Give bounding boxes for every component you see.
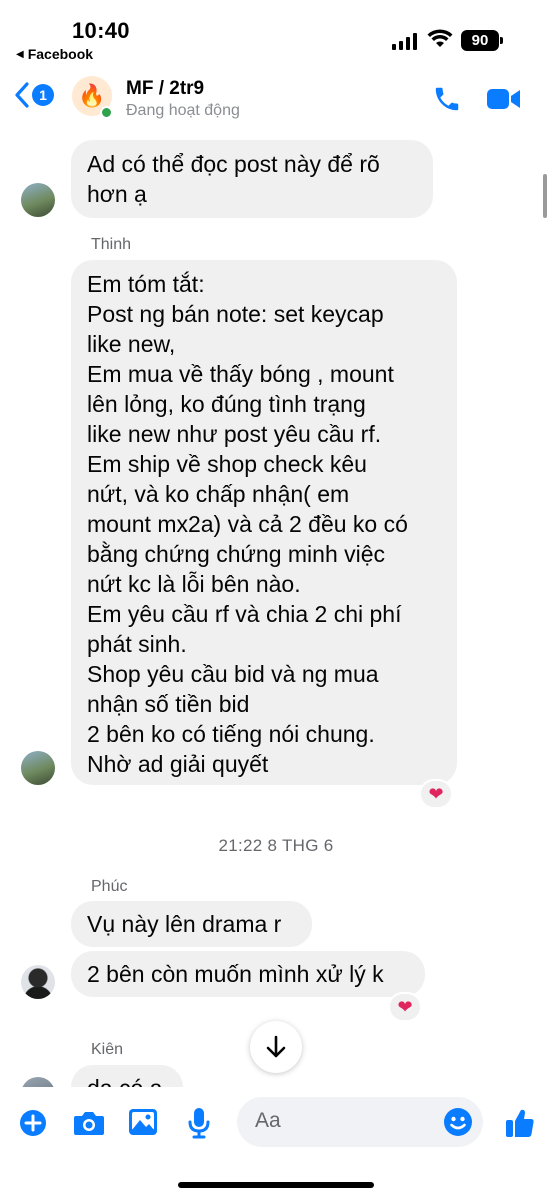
message-text: 2 bên còn muốn mình xử lý k: [87, 961, 384, 987]
home-indicator[interactable]: [178, 1182, 374, 1188]
plus-circle-icon[interactable]: [19, 1109, 47, 1137]
message-text: dạ có ạ: [87, 1073, 167, 1087]
timestamp-divider: 21:22 8 THG 6: [218, 836, 334, 855]
camera-icon[interactable]: [73, 1110, 105, 1136]
sender-name: Kiên: [91, 1041, 124, 1058]
message-composer: [0, 1087, 552, 1199]
avatar[interactable]: [21, 183, 55, 217]
phone-icon[interactable]: [432, 84, 462, 114]
avatar[interactable]: [21, 751, 55, 785]
online-status-dot: [100, 106, 113, 119]
sender-name: Phúc: [91, 878, 128, 895]
battery-indicator: 90: [461, 30, 503, 51]
message-bubble[interactable]: Em tóm tắt: Post ng bán note: set keycap…: [71, 260, 457, 785]
sender-name: Thinh: [91, 236, 132, 253]
chat-status: Đang hoạt động: [126, 102, 240, 119]
wifi-icon: [427, 29, 453, 47]
chat-title[interactable]: MF / 2tr9: [126, 78, 204, 100]
message-text: Vụ này lên drama r: [87, 911, 282, 937]
heart-reaction-icon[interactable]: ❤: [419, 779, 453, 809]
chat-header: 1 🔥 MF / 2tr9 Đang hoạt động: [0, 64, 552, 132]
back-app-label: Facebook: [27, 46, 94, 62]
scrollbar[interactable]: [543, 174, 547, 218]
message-bubble[interactable]: Vụ này lên drama r: [71, 901, 312, 947]
scroll-to-bottom-button[interactable]: [250, 1021, 302, 1073]
unread-count-badge: 1: [32, 84, 54, 106]
message-bubble[interactable]: 2 bên còn muốn mình xử lý k: [71, 951, 425, 997]
cellular-signal-icon: [392, 32, 417, 50]
microphone-icon[interactable]: [187, 1107, 211, 1139]
message-input[interactable]: [255, 1109, 435, 1133]
back-arrow-icon: ◀: [16, 48, 24, 60]
message-input-box[interactable]: [237, 1097, 483, 1147]
arrow-down-icon: [266, 1035, 286, 1058]
back-button[interactable]: 1: [14, 82, 54, 108]
thumbs-up-icon[interactable]: [505, 1107, 535, 1139]
avatar[interactable]: [21, 1077, 55, 1087]
heart-reaction-icon[interactable]: ❤: [388, 992, 422, 1022]
fire-icon: 🔥: [78, 83, 106, 108]
status-bar: 10:40 ◀ Facebook 90: [0, 0, 552, 64]
chevron-left-icon: [15, 82, 29, 108]
image-icon[interactable]: [128, 1108, 158, 1136]
video-camera-icon[interactable]: [486, 86, 522, 112]
back-to-app-link[interactable]: ◀ Facebook: [16, 46, 93, 62]
smiley-icon[interactable]: [443, 1107, 473, 1137]
avatar[interactable]: [21, 965, 55, 999]
message-bubble[interactable]: Ad có thể đọc post này để rõ hơn ạ: [71, 140, 433, 218]
message-bubble[interactable]: dạ có ạ: [71, 1065, 183, 1087]
message-text: Ad có thể đọc post này để rõ hơn ạ: [87, 151, 380, 207]
clock: 10:40: [72, 18, 130, 43]
message-text: Em tóm tắt: Post ng bán note: set keycap…: [87, 271, 408, 777]
